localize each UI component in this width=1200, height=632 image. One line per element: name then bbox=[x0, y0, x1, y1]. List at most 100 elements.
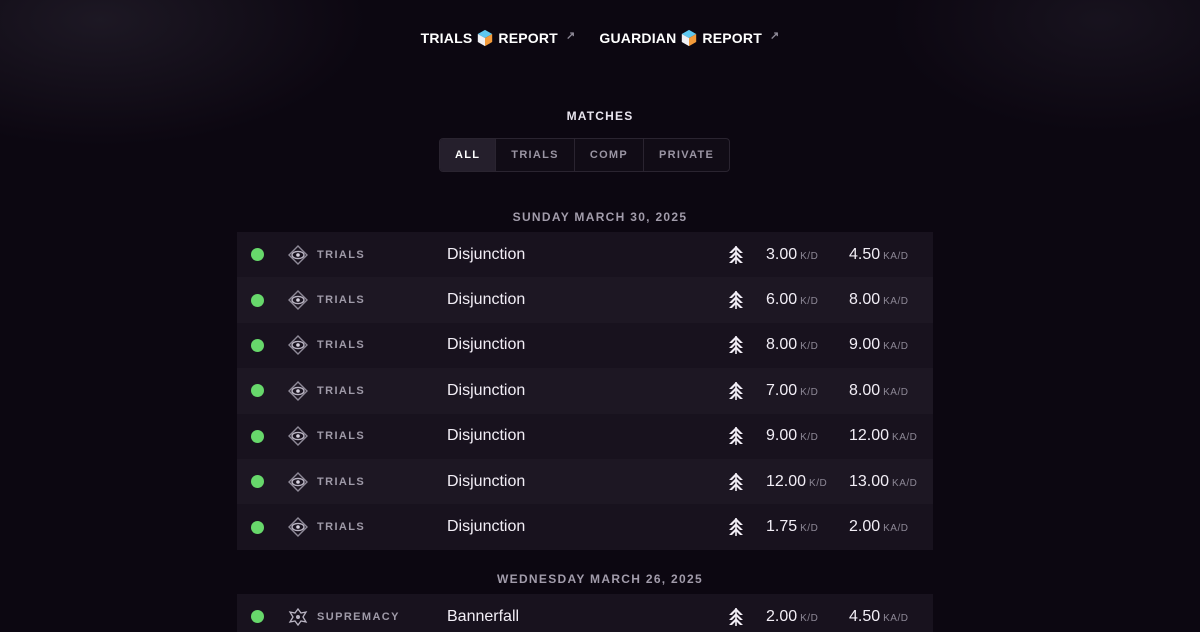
map-name: Disjunction bbox=[447, 518, 526, 536]
result-win-indicator bbox=[251, 520, 264, 534]
kad-unit: KA/D bbox=[892, 477, 918, 489]
result-win-indicator bbox=[251, 429, 264, 443]
kad-unit: KA/D bbox=[883, 341, 909, 353]
mode-label: TRIALS bbox=[317, 248, 366, 261]
kad-value: 4.50 bbox=[849, 607, 881, 625]
mode-label: TRIALS bbox=[317, 475, 366, 488]
match-row[interactable]: TRIALS Disjunction 1.75 K/D 2.00 KA/D bbox=[237, 504, 933, 550]
hunter-class-icon bbox=[729, 291, 743, 310]
match-row[interactable]: SUPREMACY Bannerfall 2.00 K/D 4.50 KA/D bbox=[237, 594, 933, 632]
trials-report-label-right: REPORT bbox=[498, 30, 558, 46]
kd-value: 1.75 bbox=[766, 518, 798, 536]
kd-stat: 1.75 K/D bbox=[766, 518, 818, 536]
trials-eye-icon bbox=[288, 471, 308, 492]
map-name: Bannerfall bbox=[447, 607, 520, 625]
mode-label: TRIALS bbox=[317, 384, 366, 397]
map-name: Disjunction bbox=[447, 472, 526, 490]
trials-eye-icon bbox=[288, 335, 308, 356]
kad-value: 8.00 bbox=[849, 291, 881, 309]
cube-logo-icon bbox=[478, 29, 493, 47]
kad-stat: 8.00 KA/D bbox=[849, 382, 908, 400]
match-filter-tabs: ALL TRIALS COMP PRIVATE bbox=[439, 138, 731, 172]
map-name: Disjunction bbox=[447, 381, 526, 399]
kad-unit: KA/D bbox=[883, 250, 909, 262]
matches-title: MATCHES bbox=[566, 109, 634, 123]
hunter-class-icon bbox=[729, 245, 743, 264]
kad-value: 4.50 bbox=[849, 245, 881, 263]
kad-value: 9.00 bbox=[849, 336, 881, 354]
match-row[interactable]: TRIALS Disjunction 9.00 K/D 12.00 KA/D bbox=[237, 413, 933, 459]
match-row[interactable]: TRIALS Disjunction 6.00 K/D 8.00 KA/D bbox=[237, 277, 933, 323]
kad-stat: 13.00 KA/D bbox=[849, 473, 917, 491]
kd-unit: K/D bbox=[800, 612, 819, 624]
trials-report-link[interactable]: TRIALS REPORT ↗ bbox=[421, 29, 576, 47]
match-row[interactable]: TRIALS Disjunction 7.00 K/D 8.00 KA/D bbox=[237, 368, 933, 414]
mode-label: SUPREMACY bbox=[317, 610, 400, 623]
kad-stat: 4.50 KA/D bbox=[849, 246, 908, 264]
external-link-icon: ↗ bbox=[769, 29, 780, 42]
match-row[interactable]: TRIALS Disjunction 8.00 K/D 9.00 KA/D bbox=[237, 322, 933, 369]
tab-trials[interactable]: TRIALS bbox=[496, 139, 575, 171]
trials-eye-icon bbox=[288, 290, 308, 311]
kad-unit: KA/D bbox=[892, 432, 918, 444]
kd-stat: 12.00 K/D bbox=[766, 473, 827, 491]
guardian-report-label-right: REPORT bbox=[702, 30, 762, 46]
kd-stat: 8.00 K/D bbox=[766, 336, 818, 354]
kd-unit: K/D bbox=[809, 477, 828, 489]
result-win-indicator bbox=[251, 475, 264, 489]
tab-private[interactable]: PRIVATE bbox=[644, 139, 729, 171]
kd-value: 2.00 bbox=[766, 607, 798, 625]
cube-logo-icon bbox=[682, 29, 697, 47]
supremacy-crest-icon bbox=[288, 607, 308, 626]
map-name: Disjunction bbox=[447, 245, 526, 263]
kd-stat: 3.00 K/D bbox=[766, 246, 818, 264]
page: TRIALS REPORT ↗ GUARDIAN REPORT ↗ MATCHE… bbox=[0, 0, 1200, 632]
result-win-indicator bbox=[251, 293, 264, 307]
result-win-indicator bbox=[251, 338, 264, 352]
kd-unit: K/D bbox=[800, 296, 819, 308]
kd-value: 3.00 bbox=[766, 245, 798, 263]
kd-unit: K/D bbox=[800, 523, 819, 535]
kd-value: 7.00 bbox=[766, 381, 798, 399]
trials-eye-icon bbox=[288, 426, 308, 447]
kad-value: 12.00 bbox=[849, 427, 890, 445]
map-name: Disjunction bbox=[447, 427, 526, 445]
match-row[interactable]: TRIALS Disjunction 3.00 K/D 4.50 KA/D bbox=[237, 232, 933, 278]
hunter-class-icon bbox=[729, 607, 743, 626]
match-group: TRIALS Disjunction 3.00 K/D 4.50 KA/D TRIALS Di… bbox=[237, 232, 933, 550]
kd-unit: K/D bbox=[800, 250, 819, 262]
kad-stat: 4.50 KA/D bbox=[849, 608, 908, 626]
hunter-class-icon bbox=[729, 472, 743, 491]
kd-value: 9.00 bbox=[766, 427, 798, 445]
kad-stat: 12.00 KA/D bbox=[849, 427, 917, 445]
kd-value: 12.00 bbox=[766, 472, 807, 490]
date-heading: WEDNESDAY MARCH 26, 2025 bbox=[497, 572, 703, 586]
kd-stat: 6.00 K/D bbox=[766, 291, 818, 309]
kd-value: 8.00 bbox=[766, 336, 798, 354]
kad-value: 2.00 bbox=[849, 518, 881, 536]
kd-value: 6.00 bbox=[766, 291, 798, 309]
result-win-indicator bbox=[251, 384, 264, 398]
kad-unit: KA/D bbox=[883, 386, 909, 398]
mode-label: TRIALS bbox=[317, 521, 366, 534]
tab-all[interactable]: ALL bbox=[440, 139, 497, 171]
mode-label: TRIALS bbox=[317, 430, 366, 443]
tab-comp[interactable]: COMP bbox=[575, 139, 645, 171]
trials-report-label-left: TRIALS bbox=[420, 30, 473, 46]
match-row[interactable]: TRIALS Disjunction 12.00 K/D 13.00 KA/D bbox=[237, 458, 933, 505]
guardian-report-label-left: GUARDIAN bbox=[599, 30, 677, 46]
hunter-class-icon bbox=[729, 518, 743, 537]
kad-unit: KA/D bbox=[883, 523, 909, 535]
kd-unit: K/D bbox=[800, 432, 819, 444]
hunter-class-icon bbox=[729, 381, 743, 400]
hunter-class-icon bbox=[729, 427, 743, 446]
kd-stat: 7.00 K/D bbox=[766, 382, 818, 400]
result-win-indicator bbox=[251, 248, 264, 262]
external-link-icon: ↗ bbox=[565, 29, 576, 42]
guardian-report-link[interactable]: GUARDIAN REPORT ↗ bbox=[599, 29, 779, 47]
trials-eye-icon bbox=[288, 244, 308, 265]
date-heading: SUNDAY MARCH 30, 2025 bbox=[512, 210, 688, 224]
trials-eye-icon bbox=[288, 517, 308, 538]
mode-label: TRIALS bbox=[317, 294, 366, 307]
trials-eye-icon bbox=[288, 380, 308, 401]
